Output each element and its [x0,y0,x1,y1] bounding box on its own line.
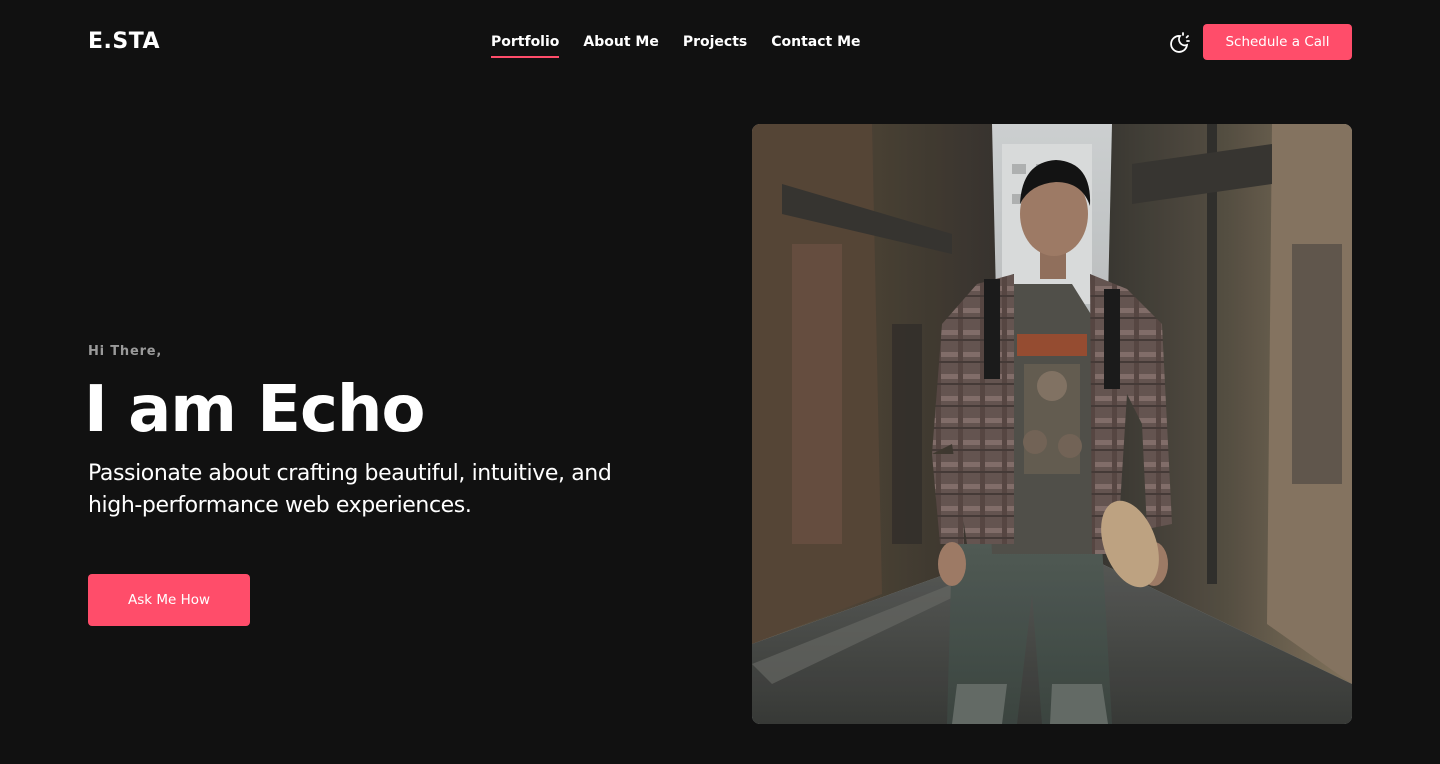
sun-moon-icon[interactable] [1167,31,1191,55]
nav-item-projects[interactable]: Projects [683,32,747,58]
hero-subtitle-line-1: Passionate about crafting beautiful, int… [88,461,612,486]
site-logo[interactable]: E.STA [88,28,160,56]
hero-subtitle: Passionate about crafting beautiful, int… [88,458,688,522]
hero-subtitle-line-2: high-performance web experiences. [88,493,472,518]
page: E.STA Portfolio About Me Projects Contac… [0,0,1440,764]
hero-portrait-image [752,124,1352,724]
ask-me-how-button[interactable]: Ask Me How [88,574,250,626]
main-nav: Portfolio About Me Projects Contact Me [491,32,861,58]
hero-greeting: Hi There, [88,344,163,359]
nav-item-about-me[interactable]: About Me [583,32,658,58]
nav-item-portfolio[interactable]: Portfolio [491,32,560,58]
schedule-call-button[interactable]: Schedule a Call [1203,24,1352,60]
nav-item-contact-me[interactable]: Contact Me [771,32,860,58]
hero-title: I am Echo [84,373,425,447]
